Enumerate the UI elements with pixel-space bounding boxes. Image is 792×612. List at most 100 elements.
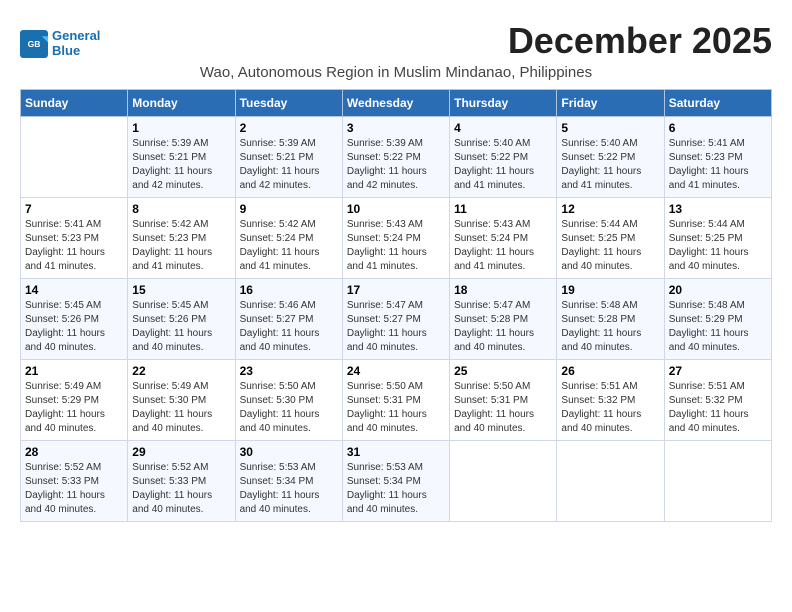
day-number: 24 bbox=[347, 364, 445, 378]
day-number: 4 bbox=[454, 121, 552, 135]
calendar-cell bbox=[450, 441, 557, 522]
calendar-cell: 8 Sunrise: 5:42 AMSunset: 5:23 PMDaylight… bbox=[128, 198, 235, 279]
svg-text:GB: GB bbox=[28, 39, 41, 49]
week-row-5: 28 Sunrise: 5:52 AMSunset: 5:33 PMDayligh… bbox=[21, 441, 772, 522]
day-info: Sunrise: 5:40 AMSunset: 5:22 PMDaylight:… bbox=[561, 137, 659, 193]
day-number: 7 bbox=[25, 202, 123, 216]
day-number: 12 bbox=[561, 202, 659, 216]
calendar-cell: 24 Sunrise: 5:50 AMSunset: 5:31 PMDayligh… bbox=[342, 360, 449, 441]
day-info: Sunrise: 5:48 AMSunset: 5:29 PMDaylight:… bbox=[669, 299, 767, 355]
day-info: Sunrise: 5:39 AMSunset: 5:22 PMDaylight:… bbox=[347, 137, 445, 193]
day-info: Sunrise: 5:39 AMSunset: 5:21 PMDaylight:… bbox=[132, 137, 230, 193]
calendar-cell: 15 Sunrise: 5:45 AMSunset: 5:26 PMDayligh… bbox=[128, 279, 235, 360]
calendar-cell: 2 Sunrise: 5:39 AMSunset: 5:21 PMDaylight… bbox=[235, 117, 342, 198]
day-info: Sunrise: 5:52 AMSunset: 5:33 PMDaylight:… bbox=[132, 461, 230, 517]
calendar-cell: 11 Sunrise: 5:43 AMSunset: 5:24 PMDayligh… bbox=[450, 198, 557, 279]
calendar-cell: 19 Sunrise: 5:48 AMSunset: 5:28 PMDayligh… bbox=[557, 279, 664, 360]
calendar-cell: 9 Sunrise: 5:42 AMSunset: 5:24 PMDaylight… bbox=[235, 198, 342, 279]
calendar-cell: 12Sunrise: 5:44 AMSunset: 5:25 PMDayligh… bbox=[557, 198, 664, 279]
logo-icon: GB bbox=[20, 30, 48, 58]
week-row-2: 7 Sunrise: 5:41 AMSunset: 5:23 PMDaylight… bbox=[21, 198, 772, 279]
day-info: Sunrise: 5:40 AMSunset: 5:22 PMDaylight:… bbox=[454, 137, 552, 193]
week-row-1: 1 Sunrise: 5:39 AMSunset: 5:21 PMDaylight… bbox=[21, 117, 772, 198]
header-saturday: Saturday bbox=[664, 90, 771, 117]
day-number: 29 bbox=[132, 445, 230, 459]
day-number: 5 bbox=[561, 121, 659, 135]
calendar-cell: 13Sunrise: 5:44 AMSunset: 5:25 PMDayligh… bbox=[664, 198, 771, 279]
header-thursday: Thursday bbox=[450, 90, 557, 117]
day-number: 10 bbox=[347, 202, 445, 216]
calendar-cell: 26 Sunrise: 5:51 AMSunset: 5:32 PMDayligh… bbox=[557, 360, 664, 441]
day-info: Sunrise: 5:47 AMSunset: 5:28 PMDaylight:… bbox=[454, 299, 552, 355]
day-info: Sunrise: 5:42 AMSunset: 5:24 PMDaylight:… bbox=[240, 218, 338, 274]
logo-blue: Blue bbox=[52, 44, 100, 58]
week-row-4: 21 Sunrise: 5:49 AMSunset: 5:29 PMDayligh… bbox=[21, 360, 772, 441]
day-info: Sunrise: 5:52 AMSunset: 5:33 PMDaylight:… bbox=[25, 461, 123, 517]
day-number: 18 bbox=[454, 283, 552, 297]
day-number: 15 bbox=[132, 283, 230, 297]
day-info: Sunrise: 5:51 AMSunset: 5:32 PMDaylight:… bbox=[669, 380, 767, 436]
calendar-cell: 23 Sunrise: 5:50 AMSunset: 5:30 PMDayligh… bbox=[235, 360, 342, 441]
day-number: 11 bbox=[454, 202, 552, 216]
day-number: 26 bbox=[561, 364, 659, 378]
calendar-cell: 31Sunrise: 5:53 AMSunset: 5:34 PMDayligh… bbox=[342, 441, 449, 522]
day-number: 21 bbox=[25, 364, 123, 378]
day-number: 14 bbox=[25, 283, 123, 297]
day-info: Sunrise: 5:41 AMSunset: 5:23 PMDaylight:… bbox=[25, 218, 123, 274]
day-info: Sunrise: 5:53 AMSunset: 5:34 PMDaylight:… bbox=[347, 461, 445, 517]
day-number: 1 bbox=[132, 121, 230, 135]
day-number: 22 bbox=[132, 364, 230, 378]
day-info: Sunrise: 5:49 AMSunset: 5:29 PMDaylight:… bbox=[25, 380, 123, 436]
day-number: 9 bbox=[240, 202, 338, 216]
day-info: Sunrise: 5:50 AMSunset: 5:31 PMDaylight:… bbox=[454, 380, 552, 436]
day-number: 30 bbox=[240, 445, 338, 459]
header-monday: Monday bbox=[128, 90, 235, 117]
header-sunday: Sunday bbox=[21, 90, 128, 117]
day-info: Sunrise: 5:43 AMSunset: 5:24 PMDaylight:… bbox=[454, 218, 552, 274]
day-number: 19 bbox=[561, 283, 659, 297]
calendar-cell: 22 Sunrise: 5:49 AMSunset: 5:30 PMDayligh… bbox=[128, 360, 235, 441]
day-number: 13 bbox=[669, 202, 767, 216]
day-number: 6 bbox=[669, 121, 767, 135]
day-info: Sunrise: 5:45 AMSunset: 5:26 PMDaylight:… bbox=[25, 299, 123, 355]
logo-general: General bbox=[52, 29, 100, 43]
calendar-cell bbox=[557, 441, 664, 522]
day-info: Sunrise: 5:50 AMSunset: 5:31 PMDaylight:… bbox=[347, 380, 445, 436]
header-row: SundayMondayTuesdayWednesdayThursdayFrid… bbox=[21, 90, 772, 117]
day-number: 28 bbox=[25, 445, 123, 459]
day-info: Sunrise: 5:46 AMSunset: 5:27 PMDaylight:… bbox=[240, 299, 338, 355]
calendar-cell: 10 Sunrise: 5:43 AMSunset: 5:24 PMDayligh… bbox=[342, 198, 449, 279]
day-info: Sunrise: 5:45 AMSunset: 5:26 PMDaylight:… bbox=[132, 299, 230, 355]
day-info: Sunrise: 5:43 AMSunset: 5:24 PMDaylight:… bbox=[347, 218, 445, 274]
day-info: Sunrise: 5:50 AMSunset: 5:30 PMDaylight:… bbox=[240, 380, 338, 436]
week-row-3: 14 Sunrise: 5:45 AMSunset: 5:26 PMDayligh… bbox=[21, 279, 772, 360]
calendar-cell: 14 Sunrise: 5:45 AMSunset: 5:26 PMDayligh… bbox=[21, 279, 128, 360]
calendar-cell: 25Sunrise: 5:50 AMSunset: 5:31 PMDayligh… bbox=[450, 360, 557, 441]
calendar-cell bbox=[21, 117, 128, 198]
header-wednesday: Wednesday bbox=[342, 90, 449, 117]
calendar-cell: 21 Sunrise: 5:49 AMSunset: 5:29 PMDayligh… bbox=[21, 360, 128, 441]
day-number: 2 bbox=[240, 121, 338, 135]
page-title: December 2025 bbox=[508, 20, 772, 62]
day-info: Sunrise: 5:49 AMSunset: 5:30 PMDaylight:… bbox=[132, 380, 230, 436]
day-number: 8 bbox=[132, 202, 230, 216]
header-tuesday: Tuesday bbox=[235, 90, 342, 117]
day-number: 3 bbox=[347, 121, 445, 135]
calendar-cell: 1 Sunrise: 5:39 AMSunset: 5:21 PMDaylight… bbox=[128, 117, 235, 198]
day-number: 27 bbox=[669, 364, 767, 378]
logo: GB General Blue bbox=[20, 29, 100, 58]
day-number: 23 bbox=[240, 364, 338, 378]
day-info: Sunrise: 5:48 AMSunset: 5:28 PMDaylight:… bbox=[561, 299, 659, 355]
day-info: Sunrise: 5:47 AMSunset: 5:27 PMDaylight:… bbox=[347, 299, 445, 355]
header-friday: Friday bbox=[557, 90, 664, 117]
subtitle: Wao, Autonomous Region in Muslim Mindana… bbox=[20, 64, 772, 81]
calendar-cell: 5 Sunrise: 5:40 AMSunset: 5:22 PMDaylight… bbox=[557, 117, 664, 198]
calendar-cell: 16Sunrise: 5:46 AMSunset: 5:27 PMDayligh… bbox=[235, 279, 342, 360]
day-info: Sunrise: 5:39 AMSunset: 5:21 PMDaylight:… bbox=[240, 137, 338, 193]
day-info: Sunrise: 5:41 AMSunset: 5:23 PMDaylight:… bbox=[669, 137, 767, 193]
day-info: Sunrise: 5:51 AMSunset: 5:32 PMDaylight:… bbox=[561, 380, 659, 436]
day-info: Sunrise: 5:42 AMSunset: 5:23 PMDaylight:… bbox=[132, 218, 230, 274]
calendar-cell: 20Sunrise: 5:48 AMSunset: 5:29 PMDayligh… bbox=[664, 279, 771, 360]
calendar-cell: 4 Sunrise: 5:40 AMSunset: 5:22 PMDaylight… bbox=[450, 117, 557, 198]
calendar-cell: 7 Sunrise: 5:41 AMSunset: 5:23 PMDaylight… bbox=[21, 198, 128, 279]
